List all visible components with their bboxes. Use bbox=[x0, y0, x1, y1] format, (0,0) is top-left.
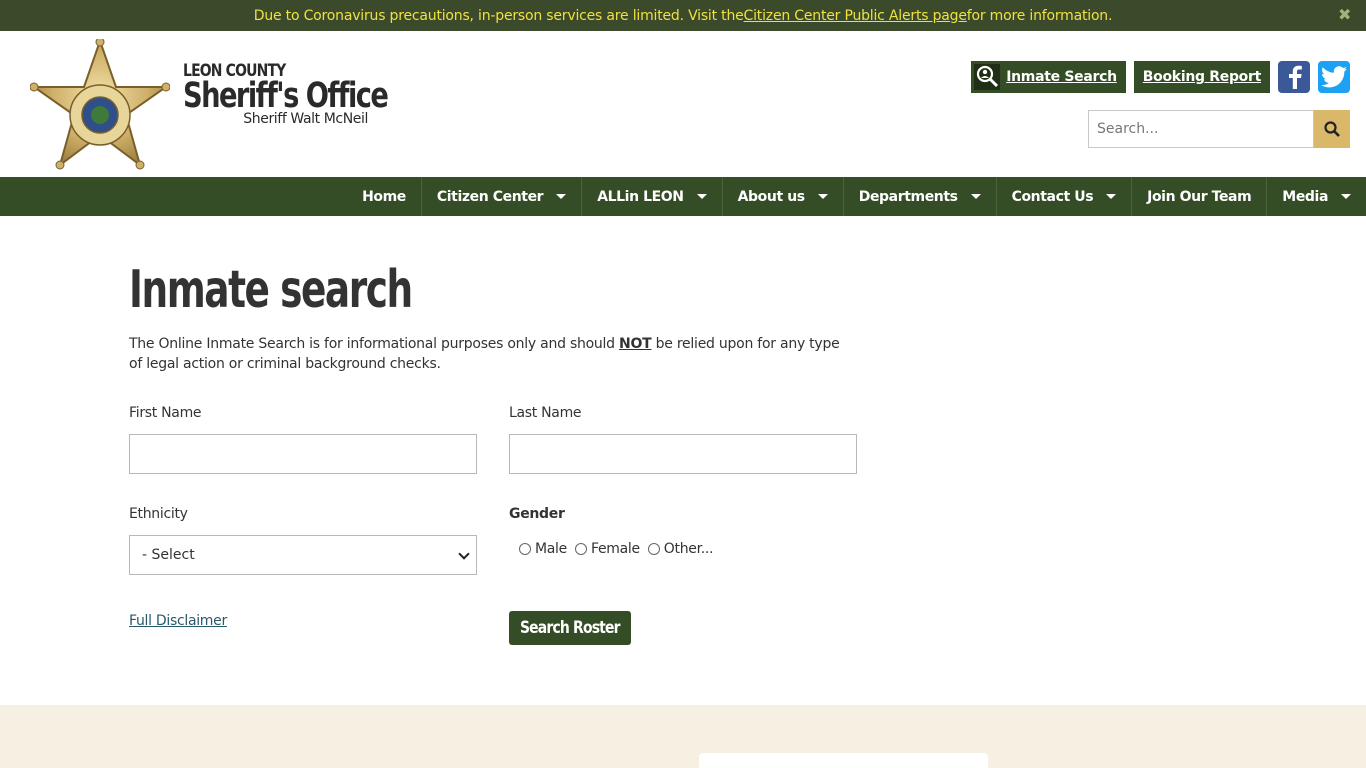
caret-down-icon bbox=[817, 194, 828, 199]
first-name-input[interactable] bbox=[129, 434, 477, 474]
nav-item-departments[interactable]: Departments bbox=[842, 177, 996, 216]
caret-down-icon bbox=[556, 194, 567, 199]
alert-text-before: Due to Coronavirus precautions, in-perso… bbox=[253, 7, 744, 24]
nav-item-about-us[interactable]: About us bbox=[721, 177, 843, 216]
caret-down-icon bbox=[1341, 194, 1351, 199]
ethnicity-label: Ethnicity bbox=[129, 506, 188, 522]
alert-text-after: for more information. bbox=[966, 7, 1113, 24]
search-roster-label: Search Roster bbox=[520, 618, 621, 638]
caret-down-icon bbox=[696, 194, 707, 199]
inmate-search-label: Inmate Search bbox=[1006, 69, 1117, 85]
intro-text: The Online Inmate Search is for informat… bbox=[129, 334, 849, 374]
nav-label: About us bbox=[737, 188, 806, 205]
gender-radio-other[interactable] bbox=[647, 543, 660, 555]
twitter-glyph bbox=[1321, 66, 1347, 88]
inmate-search-button[interactable]: Inmate Search bbox=[971, 61, 1126, 93]
nav-label: Departments bbox=[858, 188, 958, 205]
footer-card bbox=[699, 753, 988, 768]
nav-item-media[interactable]: Media bbox=[1266, 177, 1366, 216]
ethnicity-select[interactable]: - Select bbox=[129, 535, 477, 575]
close-icon[interactable]: ✖ bbox=[1338, 7, 1352, 23]
magnifier-person-icon bbox=[974, 64, 1001, 90]
full-disclaimer-link[interactable]: Full Disclaimer bbox=[129, 613, 227, 629]
site-search-input[interactable] bbox=[1088, 110, 1314, 148]
nav-item-allin-leon[interactable]: ALLin LEON bbox=[581, 177, 721, 216]
site-search bbox=[1088, 110, 1350, 148]
last-name-label: Last Name bbox=[509, 405, 582, 421]
facebook-icon[interactable] bbox=[1278, 61, 1310, 93]
search-icon bbox=[1324, 121, 1340, 137]
nav-label: ALLin LEON bbox=[597, 188, 684, 205]
booking-report-button[interactable]: Booking Report bbox=[1133, 61, 1270, 93]
nav-label: Join Our Team bbox=[1147, 188, 1252, 205]
nav-label: Citizen Center bbox=[436, 188, 544, 205]
top-links: Inmate Search Booking Report bbox=[971, 61, 1350, 93]
chevron-down-icon bbox=[458, 548, 470, 560]
gender-radio-male[interactable] bbox=[519, 543, 531, 555]
twitter-icon[interactable] bbox=[1318, 61, 1350, 93]
booking-report-label: Booking Report bbox=[1142, 69, 1262, 85]
nav-item-join-our-team[interactable]: Join Our Team bbox=[1131, 177, 1266, 216]
gender-option-label: Male bbox=[535, 541, 567, 557]
nav-item-contact-us[interactable]: Contact Us bbox=[995, 177, 1132, 216]
sheriff-star-badge-icon[interactable] bbox=[30, 39, 170, 171]
nav-item-citizen-center[interactable]: Citizen Center bbox=[420, 177, 581, 216]
main-nav: Home Citizen Center ALLin LEON About us … bbox=[0, 177, 1366, 216]
page-title: Inmate search bbox=[129, 260, 413, 320]
ethnicity-selected: - Select bbox=[142, 547, 195, 563]
site-search-button[interactable] bbox=[1314, 110, 1350, 148]
facebook-glyph bbox=[1289, 65, 1302, 89]
site-header: LEON COUNTY Sheriff's Office Sheriff Wal… bbox=[0, 31, 1366, 177]
first-name-label: First Name bbox=[129, 405, 202, 421]
search-roster-button[interactable]: Search Roster bbox=[509, 611, 631, 645]
caret-down-icon bbox=[970, 194, 981, 199]
public-alerts-link[interactable]: Citizen Center Public Alerts page bbox=[744, 8, 967, 24]
alert-bar: Due to Coronavirus precautions, in-perso… bbox=[0, 0, 1366, 31]
gender-radio-female[interactable] bbox=[574, 543, 587, 555]
caret-down-icon bbox=[1106, 194, 1117, 199]
brand-office: Sheriff's Office bbox=[183, 76, 389, 116]
nav-item-home[interactable]: Home bbox=[347, 177, 421, 216]
nav-label: Home bbox=[362, 188, 406, 205]
gender-label: Gender bbox=[509, 506, 565, 522]
nav-label: Media bbox=[1282, 188, 1328, 205]
footer-band bbox=[0, 705, 1366, 768]
brand-block[interactable]: LEON COUNTY Sheriff's Office Sheriff Wal… bbox=[183, 61, 389, 127]
gender-radio-group: Male Female Other... bbox=[519, 541, 721, 557]
last-name-input[interactable] bbox=[509, 434, 857, 474]
nav-label: Contact Us bbox=[1011, 188, 1094, 205]
gender-option-label: Other... bbox=[663, 541, 714, 557]
intro-not: NOT bbox=[619, 336, 652, 352]
gender-option-label: Female bbox=[590, 541, 640, 557]
intro-before: The Online Inmate Search is for informat… bbox=[129, 336, 620, 352]
